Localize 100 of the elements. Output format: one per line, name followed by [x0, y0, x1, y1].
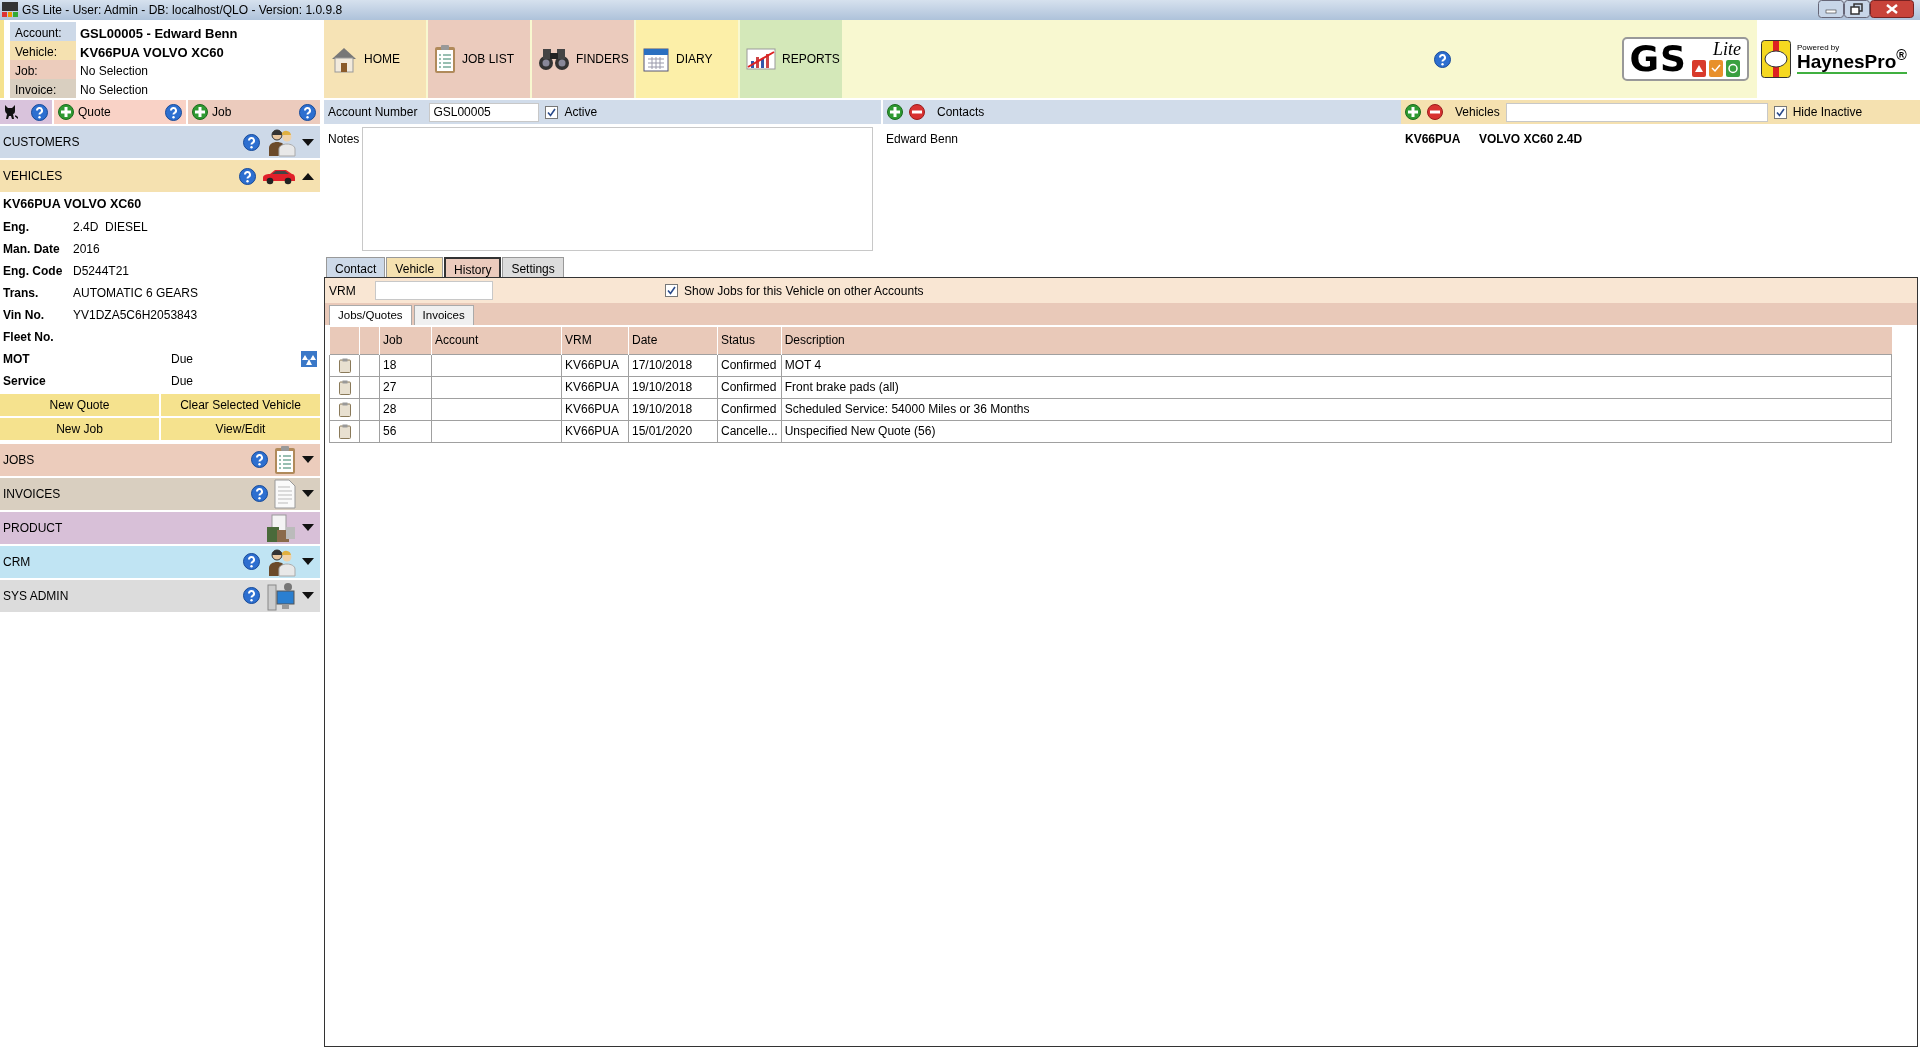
- checkbox[interactable]: [665, 284, 678, 297]
- caret-icon[interactable]: [302, 490, 314, 498]
- vehicle-title: KV66PUA VOLVO XC60: [3, 196, 143, 213]
- summary-value: No Selection: [79, 63, 150, 79]
- field-label: MOT: [3, 350, 31, 368]
- tab[interactable]: Invoices: [413, 305, 474, 325]
- add-icon[interactable]: [887, 104, 903, 120]
- nav-button[interactable]: DIARY: [636, 20, 738, 98]
- section-title: JOBS: [3, 451, 36, 469]
- add-icon: [192, 104, 208, 120]
- field-value: AUTOMATIC 6 GEARS: [73, 284, 198, 302]
- add-icon[interactable]: [1405, 104, 1421, 120]
- document-icon: [274, 478, 296, 509]
- section-header[interactable]: SYS ADMIN: [0, 579, 320, 612]
- section-title: PRODUCT: [3, 519, 64, 537]
- cat-icon: [4, 104, 18, 120]
- help-icon[interactable]: [299, 103, 316, 121]
- help-icon[interactable]: [251, 485, 268, 503]
- help-icon[interactable]: [243, 133, 260, 151]
- clipboard-icon: [338, 358, 351, 374]
- section-header[interactable]: CRM: [0, 545, 320, 578]
- caret-icon[interactable]: [302, 138, 314, 146]
- add-button[interactable]: Job: [192, 103, 232, 121]
- mot-icon[interactable]: [301, 350, 317, 367]
- help-icon[interactable]: [31, 103, 48, 121]
- vrm-field[interactable]: [375, 281, 493, 300]
- section-header[interactable]: PRODUCT: [0, 511, 320, 544]
- computer-icon: [266, 580, 296, 611]
- section-header[interactable]: INVOICES: [0, 477, 320, 510]
- field-label: Eng. Code: [3, 262, 64, 280]
- brand-name: HaynesPro$^{®}$: [1797, 51, 1907, 75]
- section-header[interactable]: JOBS: [0, 443, 320, 476]
- help-icon[interactable]: [243, 587, 260, 605]
- nav-button[interactable]: FINDERS: [532, 20, 634, 98]
- summary-value: GSL00005 - Edward Benn: [79, 25, 239, 41]
- people-icon: [266, 546, 296, 577]
- table-cell: 15/01/2020: [628, 420, 718, 442]
- help-icon[interactable]: [239, 167, 256, 185]
- app-badges-icon: [1691, 58, 1741, 78]
- column-header: Status: [717, 327, 782, 354]
- column-header: Job: [379, 327, 432, 354]
- check-icon: [1774, 106, 1786, 118]
- account-number-field[interactable]: GSL00005: [429, 102, 540, 122]
- caret-icon[interactable]: [302, 172, 314, 180]
- summary-label: Job:: [10, 60, 76, 79]
- checkbox[interactable]: [1773, 105, 1787, 119]
- table-cell: Front brake pads (all): [781, 376, 1892, 398]
- column-header: Description: [781, 327, 1892, 354]
- checkbox-label: Active: [564, 104, 598, 121]
- help-icon[interactable]: [243, 553, 260, 571]
- caret-icon[interactable]: [302, 592, 314, 600]
- binoculars-icon: [538, 47, 570, 71]
- close-icon[interactable]: [1870, 0, 1914, 18]
- caret-icon[interactable]: [302, 558, 314, 566]
- table-cell: Confirmed: [717, 354, 782, 376]
- vehicle-reg[interactable]: KV66PUA: [1405, 130, 1479, 148]
- vehicle-search-field[interactable]: [1505, 102, 1768, 122]
- badge-icon: [1761, 40, 1791, 78]
- help-icon[interactable]: [1434, 50, 1451, 68]
- contact-name[interactable]: Edward Benn: [883, 124, 1401, 148]
- clipboard-icon: [338, 402, 351, 418]
- tab[interactable]: Jobs/Quotes: [329, 305, 412, 325]
- field-value: Due: [171, 373, 193, 388]
- nav-button[interactable]: JOB LIST: [428, 20, 530, 98]
- minimize-icon[interactable]: [1818, 0, 1844, 18]
- checkbox-label: Show Jobs for this Vehicle on other Accounts: [684, 282, 924, 300]
- people-icon: [266, 127, 296, 157]
- caret-icon[interactable]: [302, 456, 314, 464]
- column-header: VRM: [561, 327, 629, 354]
- action-button[interactable]: View/Edit: [161, 417, 320, 440]
- checkbox[interactable]: [545, 105, 559, 119]
- column-header: Account: [431, 327, 562, 354]
- notes-field[interactable]: [362, 127, 873, 251]
- tab[interactable]: Contact: [326, 257, 386, 277]
- tab[interactable]: History: [444, 257, 502, 277]
- help-icon[interactable]: [251, 451, 268, 469]
- tab[interactable]: Settings: [502, 257, 564, 277]
- section-header[interactable]: VEHICLES: [0, 160, 320, 192]
- vehicle-description[interactable]: VOLVO XC60 2.4D: [1479, 130, 1583, 148]
- caret-icon[interactable]: [302, 524, 314, 532]
- help-icon[interactable]: [165, 103, 182, 121]
- remove-icon[interactable]: [1427, 104, 1443, 120]
- house-icon: [330, 45, 358, 73]
- table-cell: 18: [379, 354, 432, 376]
- section-header[interactable]: CUSTOMERS: [0, 126, 320, 158]
- action-button[interactable]: New Quote: [0, 393, 159, 416]
- column-header: Date: [628, 327, 718, 354]
- clipboard-icon: [338, 380, 351, 396]
- action-button[interactable]: Clear Selected Vehicle: [161, 393, 320, 416]
- nav-button[interactable]: REPORTS: [740, 20, 842, 98]
- field-value: YV1DZA5C6H2053843: [73, 306, 198, 324]
- restore-icon[interactable]: [1844, 0, 1870, 18]
- add-button[interactable]: Quote: [58, 103, 111, 121]
- remove-icon[interactable]: [909, 104, 925, 120]
- summary-label: Account:: [10, 22, 76, 41]
- field-label: Fleet No.: [3, 328, 55, 346]
- tab[interactable]: Vehicle: [386, 257, 444, 277]
- nav-button[interactable]: HOME: [324, 20, 426, 98]
- action-button[interactable]: New Job: [0, 417, 159, 440]
- checkbox-label: Hide Inactive: [1792, 104, 1863, 121]
